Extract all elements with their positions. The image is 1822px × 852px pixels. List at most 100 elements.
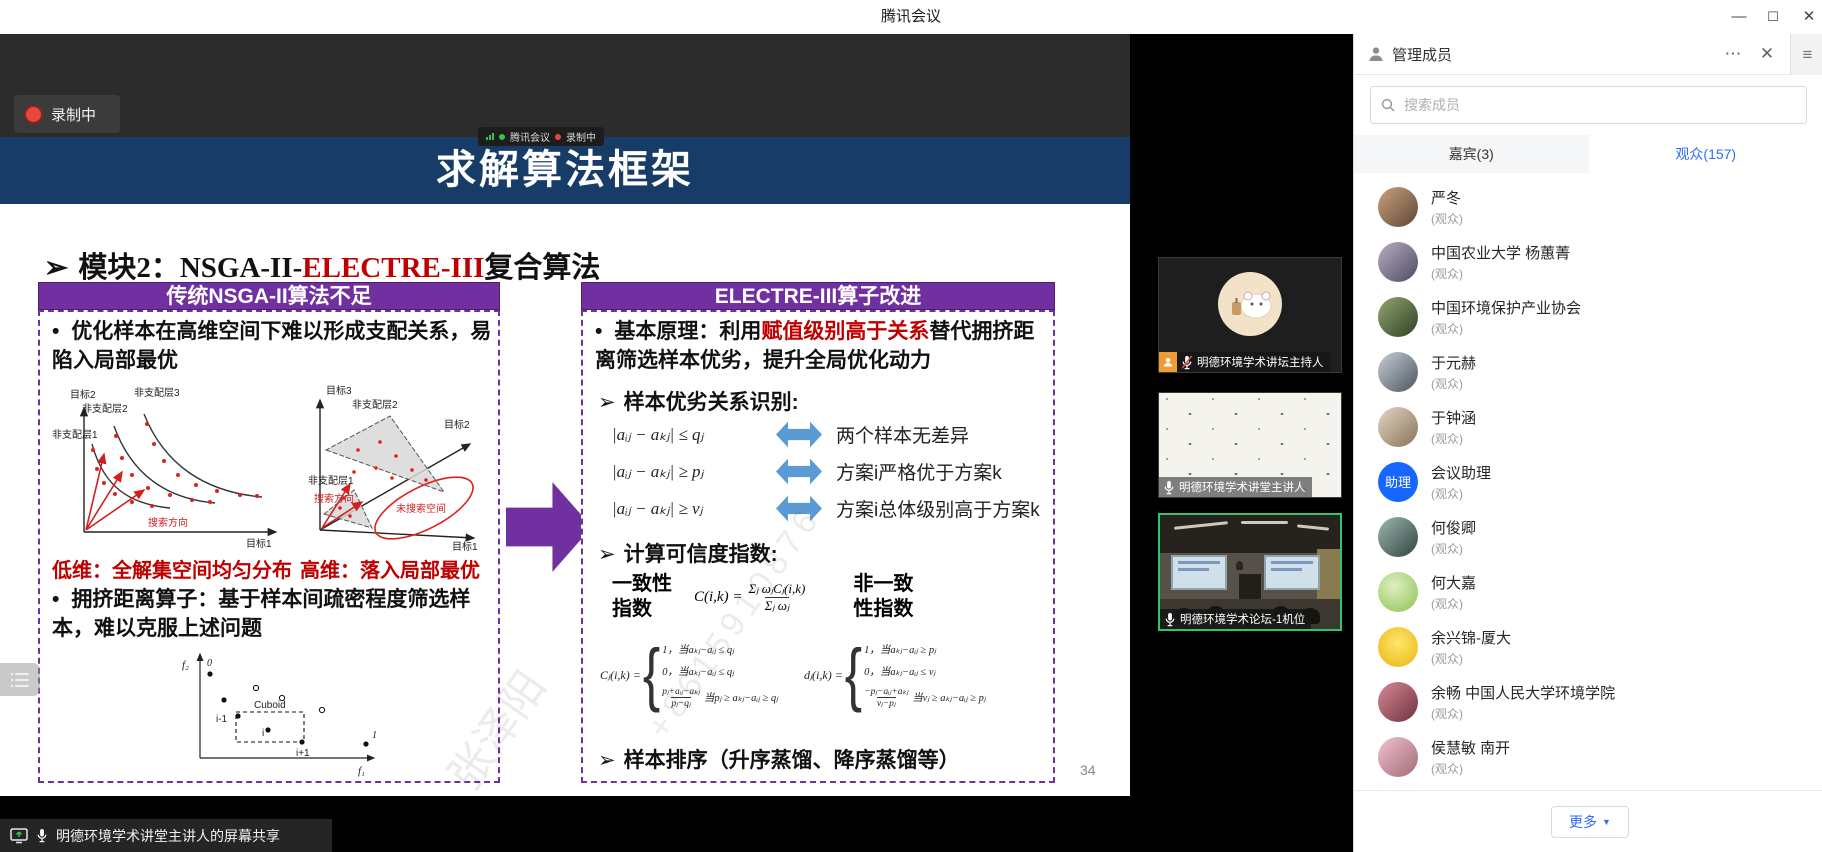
member-row[interactable]: 余兴锦-厦大 (观众) bbox=[1354, 619, 1822, 674]
member-row[interactable]: 侯慧敏 南开(观众) bbox=[1354, 729, 1822, 784]
member-name: 会议助理 bbox=[1431, 462, 1491, 483]
left-bullet-2: •拥挤距离算子：基于样本间疏密程度筛选样本，难以克服上述问题 bbox=[52, 586, 492, 644]
screen-share-icon bbox=[10, 828, 28, 844]
avatar bbox=[1378, 242, 1418, 282]
video-thumbnail-host[interactable]: 明德环境学术讲坛主持人 bbox=[1158, 257, 1342, 373]
panel-header: 管理成员 ⋯ ✕ bbox=[1354, 34, 1790, 75]
member-row[interactable]: 余畅 中国人民大学环境学院(观众) bbox=[1354, 674, 1822, 729]
recording-label: 录制中 bbox=[51, 104, 96, 125]
right-bullet-principle: •基本原理：利用赋值级别高于关系替代拥挤距离筛选样本优劣，提升全局优化动力 bbox=[595, 318, 1043, 376]
member-role: (观众) bbox=[1431, 595, 1476, 612]
svg-text:搜索方向: 搜索方向 bbox=[314, 492, 354, 505]
tencent-meeting-window: 腾讯会议 — ☐ ✕ 录制中 腾讯会议 录制中 求解算法框架 张泽阳 +8615… bbox=[0, 0, 1822, 852]
caption-low-dim: 低维：全解集空间均匀分布 bbox=[52, 554, 292, 583]
svg-text:目标2: 目标2 bbox=[70, 389, 96, 401]
maximize-button[interactable]: ☐ bbox=[1756, 0, 1790, 34]
tab-audience[interactable]: 观众(157) bbox=[1589, 135, 1822, 173]
member-row[interactable]: 于元赫 (观众) bbox=[1354, 344, 1822, 399]
pareto-2d-figure: 目标2 目标1 非支配层1 非支配层2 非支配层3 搜索方向 bbox=[50, 382, 288, 550]
member-row[interactable]: 助理 会议助理(观众) bbox=[1354, 454, 1822, 509]
svg-text:f₂: f₂ bbox=[182, 659, 189, 671]
avatar bbox=[1378, 737, 1418, 777]
avatar bbox=[1378, 517, 1418, 557]
panel-toggle-button[interactable] bbox=[0, 663, 40, 696]
member-role: (观众) bbox=[1431, 320, 1581, 337]
svg-text:目标2: 目标2 bbox=[444, 419, 470, 431]
host-role-badge bbox=[1159, 352, 1177, 372]
svg-text:f₁: f₁ bbox=[358, 765, 365, 777]
member-name: 中国环境保护产业协会 bbox=[1431, 297, 1581, 318]
host-avatar bbox=[1218, 272, 1282, 336]
member-name: 余兴锦-厦大 bbox=[1431, 627, 1511, 648]
member-tabs: 嘉宾(3) 观众(157) bbox=[1354, 135, 1822, 173]
video-thumbnail-camera1[interactable]: 明德环境学术论坛-1机位 bbox=[1158, 513, 1342, 631]
avatar bbox=[1378, 572, 1418, 612]
video-thumbnail-speaker[interactable]: 明德环境学术讲堂主讲人 bbox=[1158, 392, 1342, 498]
member-role: (观众) bbox=[1431, 650, 1511, 667]
member-row[interactable]: 何大嘉 (观众) bbox=[1354, 564, 1822, 619]
caret-down-icon: ▼ bbox=[1602, 817, 1611, 827]
close-button[interactable]: ✕ bbox=[1792, 0, 1822, 34]
window-titlebar: 腾讯会议 — ☐ ✕ bbox=[0, 0, 1822, 35]
member-management-panel: 管理成员 ⋯ ✕ ≡ 嘉宾(3) 观众(157) 严冬(观众) 中国农业大学 杨… bbox=[1353, 34, 1822, 852]
minimize-button[interactable]: — bbox=[1722, 0, 1756, 34]
share-top-strip bbox=[0, 34, 1130, 137]
member-row[interactable]: 何俊卿(观众) bbox=[1354, 509, 1822, 564]
member-row[interactable]: 中国农业大学 杨蕙菁(观众) bbox=[1354, 234, 1822, 289]
window-title: 腾讯会议 bbox=[0, 0, 1822, 34]
member-name: 余畅 中国人民大学环境学院 bbox=[1431, 682, 1615, 703]
close-panel-icon[interactable]: ✕ bbox=[1754, 44, 1780, 64]
dj-piecewise: dⱼ(i,k) = { 1，当aₖⱼ−aᵢⱼ ≥ pⱼ 0，当aₖⱼ−aᵢⱼ ≤… bbox=[804, 642, 986, 709]
member-search-box[interactable] bbox=[1370, 86, 1807, 124]
svg-text:Cuboid: Cuboid bbox=[254, 700, 286, 711]
pill-app-name: 腾讯会议 bbox=[510, 129, 550, 144]
more-options-icon[interactable]: ⋯ bbox=[1720, 44, 1746, 64]
svg-text:非支配层1: 非支配层1 bbox=[52, 429, 98, 441]
pareto-3d-figure: 目标3 目标2 目标1 非支配层2 非支配层1 未搜索空间 搜索方向 bbox=[292, 380, 497, 552]
left-bullet-1: •优化样本在高维空间下难以形成支配关系，易陷入局部最优 bbox=[52, 318, 492, 376]
tab-guests[interactable]: 嘉宾(3) bbox=[1354, 135, 1589, 173]
mic-icon bbox=[36, 828, 48, 843]
member-name: 于元赫 bbox=[1431, 352, 1476, 373]
member-name: 何大嘉 bbox=[1431, 572, 1476, 593]
relation-rows: |aᵢⱼ − aₖⱼ| ≤ qⱼ 两个样本无差异 |aᵢⱼ − aₖⱼ| ≥ p… bbox=[612, 416, 1040, 527]
slide-canvas: 张泽阳 +8615910876 ➢模块2：NSGA-II-ELECTRE-III… bbox=[0, 204, 1130, 796]
avatar bbox=[1378, 627, 1418, 667]
member-row[interactable]: 中国环境保护产业协会 (观众) bbox=[1354, 289, 1822, 344]
member-row[interactable]: 严冬(观众) bbox=[1354, 179, 1822, 234]
video-label-speaker: 明德环境学术讲堂主讲人 bbox=[1159, 477, 1312, 497]
left-box-header: 传统NSGA-II算法不足 bbox=[38, 282, 500, 310]
pill-recording-label: 录制中 bbox=[566, 129, 596, 144]
more-button[interactable]: 更多▼ bbox=[1551, 806, 1629, 838]
avatar bbox=[1378, 297, 1418, 337]
svg-text:非支配层2: 非支配层2 bbox=[82, 403, 128, 415]
right-box-header: ELECTRE-III算子改进 bbox=[581, 282, 1055, 310]
panel-title: 管理成员 bbox=[1392, 44, 1712, 65]
list-icon bbox=[10, 672, 30, 688]
online-dot-icon bbox=[499, 134, 505, 140]
mic-icon bbox=[1164, 612, 1176, 627]
search-input[interactable] bbox=[1402, 96, 1796, 114]
avatar bbox=[1378, 187, 1418, 227]
recording-badge[interactable]: 录制中 bbox=[14, 95, 120, 133]
member-row[interactable]: 于钟涵(观众) bbox=[1354, 399, 1822, 454]
mic-icon bbox=[1163, 480, 1175, 495]
slide-page-number: 34 bbox=[1080, 762, 1096, 778]
caption-high-dim: 高维：落入局部最优 bbox=[300, 554, 480, 583]
section-credibility: ➢计算可信度指数: bbox=[598, 538, 778, 568]
member-role: (观众) bbox=[1431, 540, 1476, 557]
svg-text:搜索方向: 搜索方向 bbox=[148, 516, 188, 529]
mic-muted-icon bbox=[1181, 355, 1193, 370]
avatar bbox=[1378, 407, 1418, 447]
double-arrow-icon bbox=[776, 421, 822, 449]
member-role: (观众) bbox=[1431, 375, 1476, 392]
transition-arrow bbox=[506, 476, 592, 578]
section-relation: ➢样本优劣关系识别: bbox=[598, 386, 799, 416]
section-sorting: ➢样本排序（升序蒸馏、降序蒸馏等） bbox=[598, 744, 960, 774]
cuboid-figure: f₂ 0 f₁ 1 Cuboid i-1 i i+1 bbox=[150, 646, 390, 778]
member-list: 严冬(观众) 中国农业大学 杨蕙菁(观众) 中国环境保护产业协会 (观众) 于元赫… bbox=[1354, 179, 1822, 784]
member-name: 侯慧敏 南开 bbox=[1431, 737, 1510, 758]
divider bbox=[1354, 790, 1822, 791]
member-role: (观众) bbox=[1431, 485, 1491, 502]
panel-menu-button[interactable]: ≡ bbox=[1790, 34, 1822, 75]
